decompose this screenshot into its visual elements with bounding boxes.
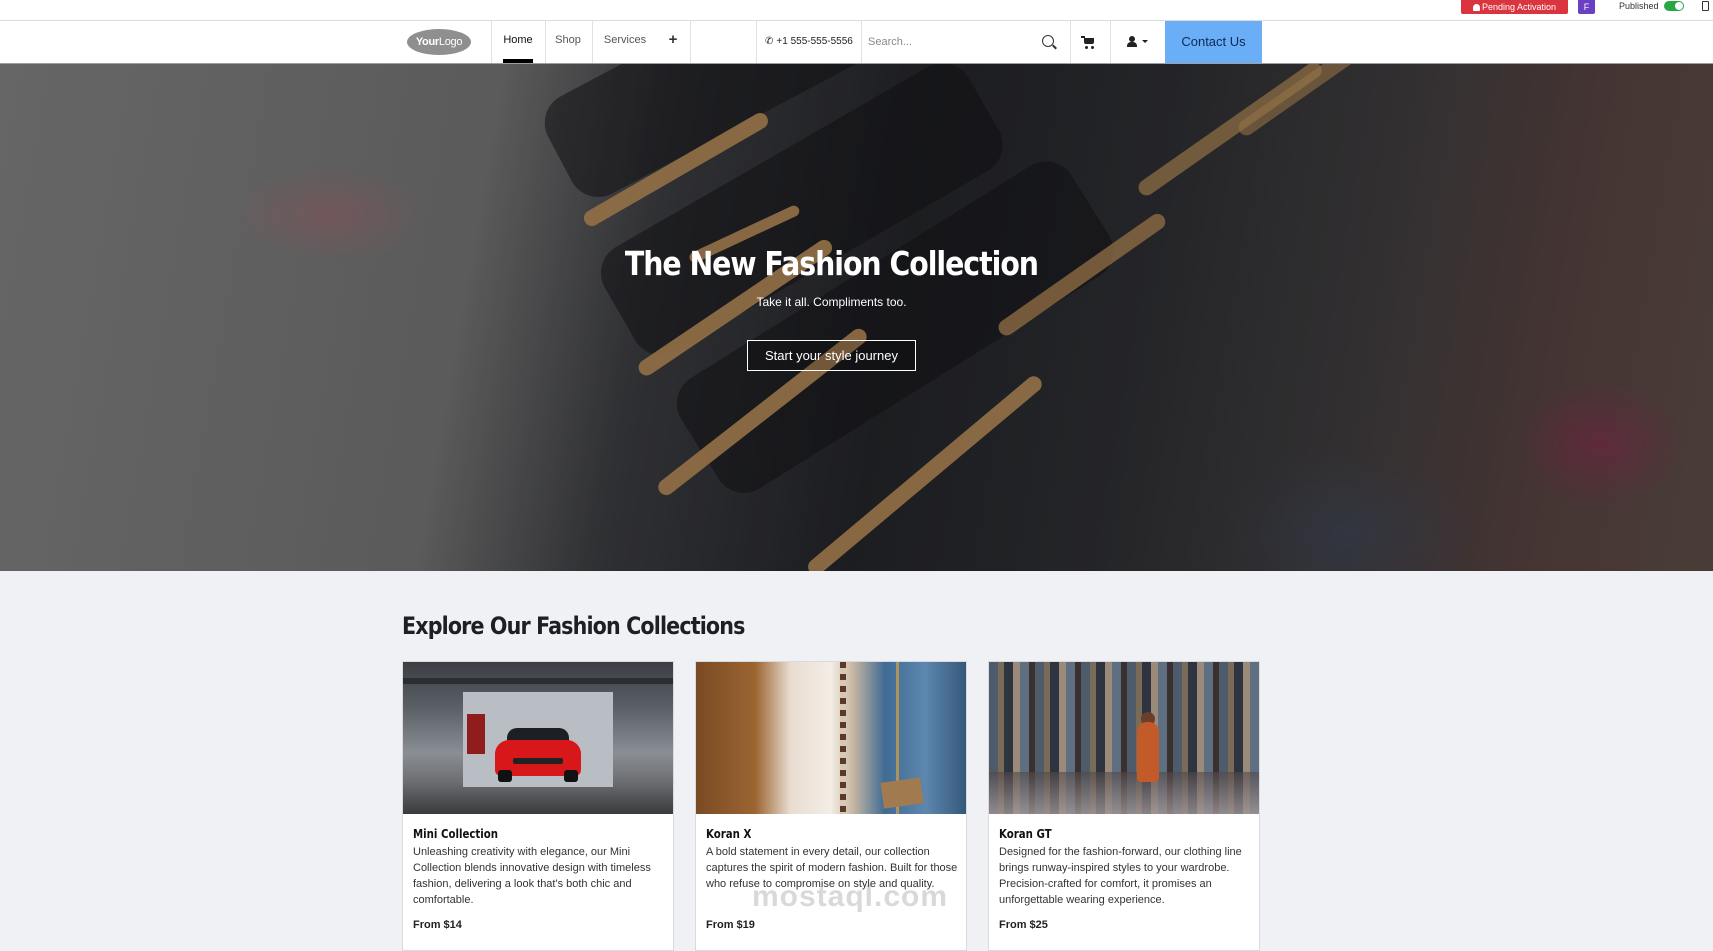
collection-price: From $25 (999, 919, 1048, 931)
collection-description: Unleashing creativity with elegance, our… (413, 846, 651, 906)
nav-divider (545, 21, 546, 63)
header-divider (1110, 21, 1111, 63)
cart-icon[interactable] (1078, 21, 1100, 63)
phone-icon: ✆ (765, 36, 774, 47)
nav-divider (690, 21, 691, 63)
hero-overlay (0, 64, 1713, 571)
bell-icon (1472, 4, 1480, 11)
search-icon[interactable] (1042, 35, 1054, 47)
nav-shop[interactable]: Shop (553, 21, 583, 63)
search-box (862, 21, 1070, 63)
nav-home[interactable]: Home (503, 21, 533, 63)
user-avatar[interactable]: F (1578, 0, 1595, 14)
watermark: mostaql.com (752, 880, 949, 913)
published-label: Published (1619, 1, 1659, 11)
published-toggle[interactable] (1664, 1, 1684, 11)
nav-services[interactable]: Services (600, 21, 650, 63)
collection-card[interactable]: Mini Collection Unleashing creativity wi… (402, 661, 674, 951)
contact-us-button[interactable]: Contact Us (1165, 21, 1262, 63)
site-logo[interactable]: YourLogo (407, 29, 471, 55)
collections-heading: Explore Our Fashion Collections (402, 612, 745, 640)
collection-title: Koran GT (999, 827, 1052, 841)
nav-divider (592, 21, 593, 63)
site-header: YourLogo Home Shop Services + ✆ +1 555-55… (0, 21, 1713, 64)
add-menu-item-button[interactable]: + (663, 21, 683, 63)
editor-admin-bar: Pending Activation F Published (0, 0, 1713, 21)
phone-link[interactable]: ✆ +1 555-555-5556 (765, 21, 853, 63)
pending-activation-badge[interactable]: Pending Activation (1461, 0, 1568, 14)
collection-image (989, 662, 1259, 814)
collection-title: Mini Collection (413, 827, 499, 841)
logo-text-bold: Your (415, 36, 439, 48)
collection-image (696, 662, 966, 814)
nav-divider (491, 21, 492, 63)
collection-title: Koran X (706, 827, 752, 841)
search-input[interactable] (868, 32, 1028, 52)
phone-number: +1 555-555-5556 (776, 36, 853, 47)
header-divider (756, 21, 757, 63)
hero-banner: The New Fashion Collection Take it all. … (0, 64, 1713, 571)
collection-card[interactable]: Koran GT Designed for the fashion-forwar… (988, 661, 1260, 951)
mobile-preview-icon[interactable] (1702, 1, 1709, 11)
chevron-down-icon (1142, 40, 1148, 43)
collection-description: Designed for the fashion-forward, our cl… (999, 846, 1242, 906)
logo-text-light: Logo (438, 36, 463, 48)
header-divider (1070, 21, 1071, 63)
user-menu-toggle[interactable] (1125, 21, 1151, 63)
collection-image (403, 662, 673, 814)
hero-subtitle: Take it all. Compliments too. (756, 295, 907, 309)
hero-cta-button[interactable]: Start your style journey (747, 340, 916, 371)
collection-price: From $19 (706, 919, 755, 931)
collection-price: From $14 (413, 919, 462, 931)
hero-title: The New Fashion Collection (624, 244, 1039, 283)
pending-activation-label: Pending Activation (1481, 2, 1557, 12)
